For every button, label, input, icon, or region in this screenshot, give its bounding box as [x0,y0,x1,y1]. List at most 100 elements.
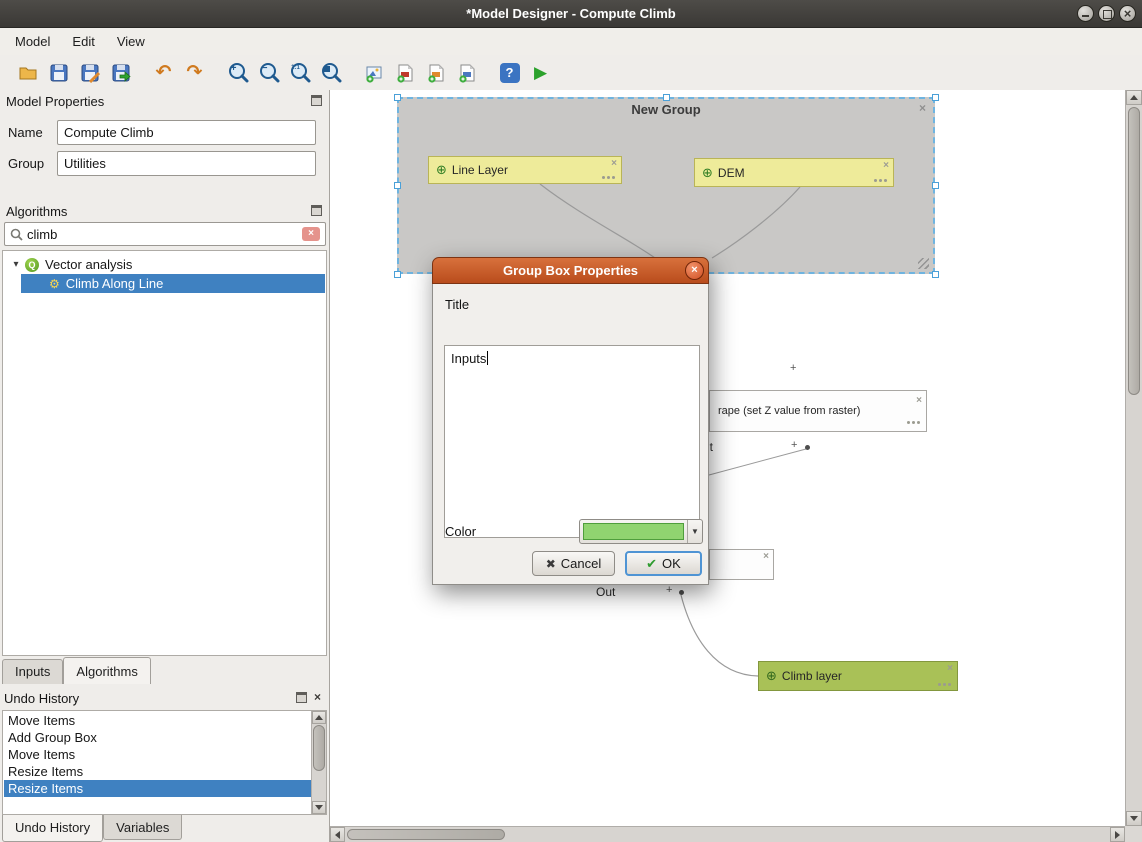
export-model-button[interactable] [105,58,136,88]
canvas-horizontal-scrollbar[interactable] [330,826,1125,842]
tree-group-vector-analysis[interactable]: ▾ Q Vector analysis [3,255,326,274]
open-model-button[interactable] [12,58,43,88]
scroll-down-button[interactable] [1126,811,1142,826]
remove-node-icon[interactable]: × [611,158,617,170]
undo-list-item-selected[interactable]: Resize Items [4,780,326,797]
undo-list-item[interactable]: Move Items [4,746,310,763]
comment-dots-icon[interactable] [874,179,888,182]
scroll-right-button[interactable] [1110,827,1125,842]
name-input[interactable] [57,120,316,145]
node-drape[interactable]: rape (set Z value from raster) × [709,390,927,432]
float-panel-icon[interactable] [311,205,322,216]
remove-group-icon[interactable]: × [919,101,926,115]
export-pdf-button[interactable] [389,58,420,88]
tab-undo-history[interactable]: Undo History [2,815,103,842]
comment-dots-icon[interactable] [938,683,952,686]
algorithms-header: Algorithms [6,204,67,219]
expander-icon[interactable]: ▾ [9,259,23,270]
help-button[interactable]: ? [494,58,525,88]
undo-button[interactable]: ↶ [148,58,179,88]
resize-grip-icon[interactable] [918,258,929,269]
selection-handle[interactable] [932,182,939,189]
undo-list-item[interactable]: Add Group Box [4,729,310,746]
tab-algorithms[interactable]: Algorithms [63,657,150,684]
undo-list-item[interactable]: Move Items [4,712,310,729]
remove-node-icon[interactable]: × [763,551,769,563]
dialog-titlebar[interactable]: Group Box Properties [432,257,709,284]
scrollbar-thumb[interactable] [347,829,505,840]
scroll-left-button[interactable] [330,827,345,842]
color-swatch[interactable] [583,523,684,540]
scrollbar-thumb[interactable] [1128,107,1140,395]
run-model-button[interactable]: ▶ [525,58,556,88]
remove-node-icon[interactable]: × [916,395,922,407]
tree-item-climb-along-line[interactable]: ⚙ Climb Along Line [21,274,325,293]
export-svg-icon [426,63,446,83]
selection-handle[interactable] [394,271,401,278]
scroll-up-button[interactable] [312,711,326,724]
export-svg-button[interactable] [420,58,451,88]
scroll-up-button[interactable] [1126,90,1142,105]
save-model-as-button[interactable] [74,58,105,88]
provider-icon: Q [25,258,39,272]
dropdown-arrow-icon[interactable]: ▼ [687,520,702,543]
selection-handle[interactable] [932,94,939,101]
remove-node-icon[interactable]: × [947,663,953,675]
ok-button[interactable]: ✔ OK [625,551,702,576]
node-dem[interactable]: ⊕ DEM × [694,158,894,187]
selection-handle[interactable] [394,182,401,189]
cancel-button[interactable]: ✖ Cancel [532,551,615,576]
socket-dot[interactable] [679,590,684,595]
zoom-actual-button[interactable]: 1:1 [284,58,315,88]
group-input[interactable] [57,151,316,176]
tab-inputs[interactable]: Inputs [2,659,63,684]
float-panel-icon[interactable] [296,692,307,703]
close-button[interactable] [1119,5,1136,22]
bottom-tab-bar: Undo History Variables [2,815,182,842]
maximize-button[interactable] [1098,5,1115,22]
tab-variables[interactable]: Variables [103,815,182,840]
undo-list-item[interactable]: Resize Items [4,763,310,780]
input-plus-icon: ⊕ [436,163,447,177]
zoom-full-button[interactable] [315,58,346,88]
clear-search-icon[interactable]: × [302,227,320,241]
algorithm-tree[interactable]: ▾ Q Vector analysis ⚙ Climb Along Line [2,250,327,656]
menu-view[interactable]: View [106,30,156,53]
canvas-vertical-scrollbar[interactable] [1125,90,1142,826]
selection-handle[interactable] [663,94,670,101]
window-titlebar[interactable]: *Model Designer - Compute Climb [0,0,1142,28]
color-picker-combo[interactable]: ▼ [579,519,703,544]
redo-button[interactable]: ↷ [179,58,210,88]
search-input[interactable] [27,227,298,242]
export-image-button[interactable] [358,58,389,88]
expand-plus-label[interactable]: + [791,439,797,451]
undo-scrollbar[interactable] [311,711,326,814]
node-climb-layer[interactable]: ⊕ Climb layer × [758,661,958,691]
dialog-close-button[interactable]: × [685,261,704,280]
export-script-button[interactable] [451,58,482,88]
close-panel-icon[interactable]: × [314,692,321,703]
float-panel-icon[interactable] [311,95,322,106]
selection-handle[interactable] [394,94,401,101]
minimize-button[interactable] [1077,5,1094,22]
zoom-out-button[interactable]: − [253,58,284,88]
expand-plus-label[interactable]: + [790,362,796,374]
menu-model[interactable]: Model [4,30,61,53]
expand-plus-label[interactable]: + [666,584,672,596]
menubar: Model Edit View [0,28,1142,55]
undo-history-list[interactable]: Move Items Add Group Box Move Items Resi… [2,710,327,815]
socket-dot[interactable] [805,445,810,450]
export-image-icon [364,63,384,83]
scrollbar-thumb[interactable] [313,725,325,771]
zoom-in-button[interactable]: + [222,58,253,88]
save-model-button[interactable] [43,58,74,88]
remove-node-icon[interactable]: × [883,160,889,172]
node-partial[interactable]: × [709,549,774,580]
title-textarea[interactable]: Inputs [444,345,700,538]
comment-dots-icon[interactable] [907,421,921,424]
comment-dots-icon[interactable] [602,176,616,179]
node-line-layer[interactable]: ⊕ Line Layer × [428,156,622,184]
scroll-down-button[interactable] [312,801,326,814]
menu-edit[interactable]: Edit [61,30,105,53]
selection-handle[interactable] [932,271,939,278]
